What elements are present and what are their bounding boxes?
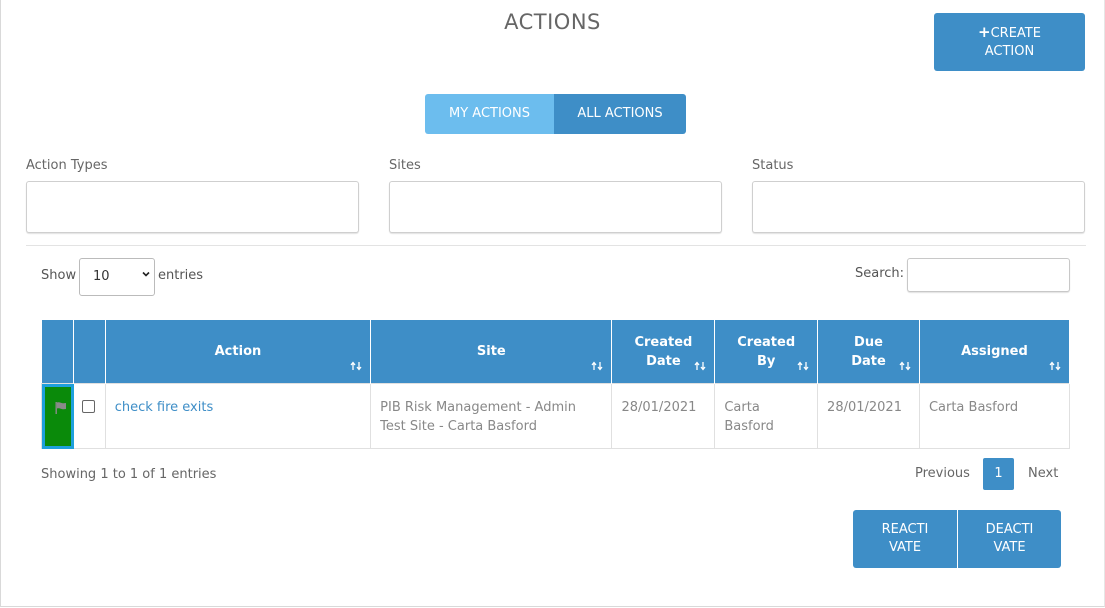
chevron-down-icon bbox=[142, 271, 150, 277]
create-action-button[interactable]: +CREATE ACTION bbox=[934, 13, 1085, 71]
status-label: Status bbox=[752, 158, 794, 173]
sort-icon bbox=[1049, 361, 1061, 371]
status-select[interactable] bbox=[752, 181, 1085, 233]
reactivate-button[interactable]: REACTIVATE bbox=[853, 510, 957, 568]
due-date-cell: 28/01/2021 bbox=[817, 383, 920, 449]
action-column-header[interactable]: Action bbox=[105, 320, 372, 384]
flag-column-header bbox=[41, 320, 75, 384]
page-1-button[interactable]: 1 bbox=[983, 458, 1014, 490]
deactivate-button[interactable]: DEACTIVATE bbox=[958, 510, 1061, 568]
table-header-row: Action Site Created Date Created By Due … bbox=[41, 320, 1071, 384]
sort-icon bbox=[350, 361, 362, 371]
created-date-cell: 28/01/2021 bbox=[611, 383, 716, 449]
actions-table: Action Site Created Date Created By Due … bbox=[40, 320, 1071, 449]
assigned-cell: Carta Basford bbox=[918, 383, 1071, 449]
flag-cell[interactable] bbox=[40, 383, 75, 449]
site-column-header[interactable]: Site bbox=[370, 320, 613, 384]
action-link[interactable]: check fire exits bbox=[115, 400, 214, 415]
divider bbox=[26, 245, 1086, 246]
action-types-label: Action Types bbox=[26, 158, 108, 173]
sort-icon bbox=[591, 361, 603, 371]
previous-page-button[interactable]: Previous bbox=[915, 466, 970, 481]
show-label: Show bbox=[41, 268, 77, 283]
plus-icon: + bbox=[978, 23, 991, 41]
sort-icon bbox=[797, 361, 809, 371]
assigned-column-header[interactable]: Assigned bbox=[919, 320, 1071, 384]
next-page-button[interactable]: Next bbox=[1028, 466, 1058, 481]
row-checkbox[interactable] bbox=[82, 400, 96, 413]
actions-toggle: MY ACTIONS ALL ACTIONS bbox=[425, 94, 686, 134]
flag-icon bbox=[55, 402, 66, 414]
site-cell: PIB Risk Management - Admin Test Site - … bbox=[370, 383, 613, 449]
action-cell: check fire exits bbox=[104, 383, 372, 449]
sort-icon bbox=[899, 361, 911, 371]
search-input[interactable] bbox=[907, 258, 1070, 292]
entries-per-page-value: 10 bbox=[93, 269, 110, 284]
row-checkbox-cell bbox=[73, 383, 106, 449]
created-date-column-header[interactable]: Created Date bbox=[611, 320, 716, 384]
my-actions-tab[interactable]: MY ACTIONS bbox=[425, 94, 554, 134]
created-by-column-header[interactable]: Created By bbox=[714, 320, 819, 384]
action-types-select[interactable] bbox=[26, 181, 359, 233]
search-label: Search: bbox=[855, 266, 905, 281]
sites-label: Sites bbox=[389, 158, 421, 173]
sites-select[interactable] bbox=[389, 181, 722, 233]
sort-icon bbox=[694, 361, 706, 371]
checkbox-column-header bbox=[73, 320, 106, 384]
all-actions-tab[interactable]: ALL ACTIONS bbox=[554, 94, 686, 134]
entries-per-page-select[interactable]: 10 bbox=[79, 258, 155, 296]
table-info: Showing 1 to 1 of 1 entries bbox=[41, 467, 217, 482]
due-date-column-header[interactable]: Due Date bbox=[817, 320, 920, 384]
table-row: check fire exits PIB Risk Management - A… bbox=[40, 383, 1071, 449]
created-by-cell: Carta Basford bbox=[714, 383, 819, 449]
entries-label: entries bbox=[158, 268, 204, 283]
